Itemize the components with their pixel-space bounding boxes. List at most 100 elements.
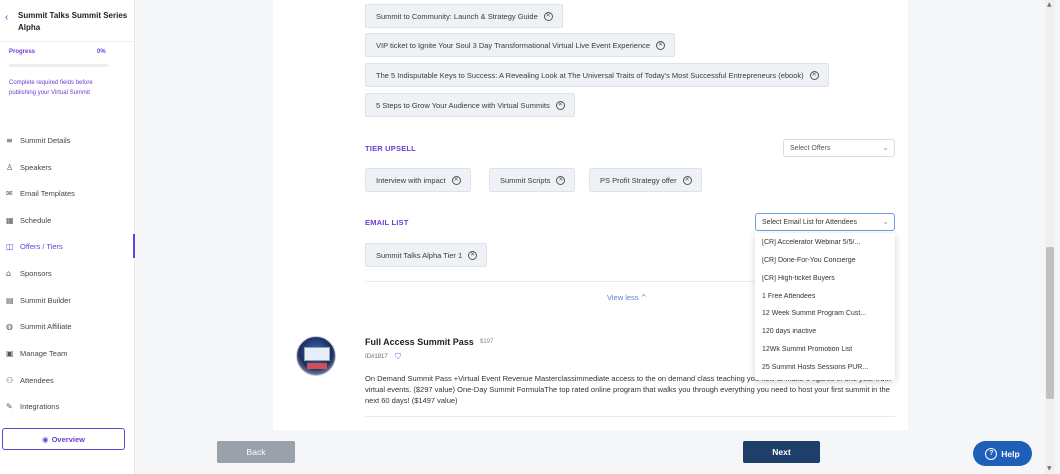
select-placeholder: Select Email List for Attendees (762, 218, 857, 226)
affiliate-icon: ◍ (6, 321, 13, 331)
dropdown-option[interactable]: 120 days inactive (762, 328, 890, 335)
chip-label: The 5 Indisputable Keys to Success: A Re… (376, 70, 804, 80)
chip-label: Summit to Community: Launch & Strategy G… (376, 11, 538, 21)
sidebar-item-label: Summit Builder (20, 295, 71, 305)
sidebar-item-label: Speakers (20, 162, 52, 172)
person-icon: ♙ (6, 162, 14, 172)
sidebar-item-schedule[interactable]: ▦ Schedule (0, 208, 135, 232)
chip-label: Summit Scripts (500, 175, 551, 185)
thumbnail-screen (304, 347, 330, 361)
overview-button[interactable]: ◉ Overview (2, 428, 125, 450)
offer-chip: VIP ticket to Ignite Your Soul 3 Day Tra… (365, 33, 676, 57)
email-list-select[interactable]: Select Email List for Attendees ⌄ (755, 213, 895, 231)
list-icon: ≡ (6, 135, 13, 145)
sidebar-item-manage-team[interactable]: ▣ Manage Team (0, 341, 135, 365)
chevron-down-icon: ⌄ (882, 143, 889, 152)
sidebar-item-label: Schedule (20, 215, 52, 225)
calendar-icon: ▦ (6, 215, 14, 225)
scroll-down-icon[interactable]: ▼ (1047, 465, 1052, 472)
select-placeholder: Select Offers (790, 144, 831, 152)
dropdown-option[interactable]: [CR] Done-For-You Concierge (762, 257, 890, 264)
next-button[interactable]: Next (743, 441, 820, 463)
pass-id: ID#1917 (365, 354, 388, 360)
dropdown-option[interactable]: 12Wk Summit Promotion List (762, 346, 890, 353)
progress-bar (9, 64, 108, 67)
sidebar-header: ‹ Summit Talks Summit Series Alpha (0, 0, 135, 42)
sidebar-item-summit-affiliate[interactable]: ◍ Summit Affiliate (0, 314, 135, 338)
dropdown-option[interactable]: [CR] High-ticket Buyers (762, 275, 890, 282)
sidebar-item-summit-builder[interactable]: ▤ Summit Builder (0, 288, 135, 312)
progress-percent: 0% (97, 49, 106, 55)
sidebar-item-label: Attendees (20, 375, 54, 385)
dropdown-option[interactable]: 1 Free Attendees (762, 293, 890, 300)
sidebar-item-label: Summit Details (20, 135, 71, 145)
offer-chip: Summit to Community: Launch & Strategy G… (365, 4, 563, 28)
dropdown-option[interactable]: [CR] Accelerator Webinar 5/5/... (762, 239, 890, 246)
close-icon[interactable]: ✕ (543, 11, 553, 21)
progress-label: Progress (9, 49, 36, 55)
email-list-label: EMAIL LIST (365, 218, 409, 227)
bank-icon: ⌂ (6, 268, 12, 278)
tier-upsell-label: TIER UPSELL (365, 144, 416, 153)
question-icon: ? (985, 447, 998, 460)
thumbnail-banner (307, 363, 327, 369)
close-icon[interactable]: ✕ (556, 175, 566, 185)
sidebar-item-label: Email Templates (20, 188, 75, 198)
sidebar-item-label: Integrations (20, 401, 60, 411)
chip-label: PS Profit Strategy offer (600, 175, 677, 185)
close-icon[interactable]: ✕ (555, 100, 565, 110)
builder-icon: ▤ (6, 295, 14, 305)
help-button[interactable]: ? Help (973, 441, 1032, 466)
scrollbar[interactable]: ▲ ▼ (1045, 0, 1055, 474)
sidebar-item-attendees[interactable]: ⚇ Attendees (0, 368, 135, 392)
attendees-icon: ⚇ (6, 375, 14, 385)
close-icon[interactable]: ✕ (656, 40, 666, 50)
sidebar-item-label: Offers / Tiers (20, 241, 63, 251)
email-list-chip: Summit Talks Alpha Tier 1 ✕ (365, 243, 488, 267)
sidebar: ‹ Summit Talks Summit Series Alpha Progr… (0, 0, 135, 474)
close-icon[interactable]: ✕ (451, 175, 461, 185)
tier-chip: PS Profit Strategy offer ✕ (589, 168, 702, 192)
dropdown-option[interactable]: 25 Summit Hosts Sessions PUR... (762, 364, 890, 371)
scroll-thumb[interactable] (1046, 247, 1054, 399)
integrations-icon: ✎ (6, 401, 13, 411)
view-less-link[interactable]: View less ^ (607, 293, 647, 302)
offer-chip: 5 Steps to Grow Your Audience with Virtu… (365, 93, 575, 117)
tier-upsell-select[interactable]: Select Offers ⌄ (783, 139, 895, 157)
sidebar-item-label: Sponsors (20, 268, 52, 278)
overview-label: Overview (51, 434, 85, 444)
eye-icon: ◉ (42, 434, 49, 444)
progress-note: Complete required fields before publishi… (9, 80, 93, 96)
scroll-up-icon[interactable]: ▲ (1047, 1, 1052, 8)
sidebar-item-email-templates[interactable]: ✉ Email Templates (0, 181, 135, 205)
pass-price: $197 (480, 339, 494, 345)
close-icon[interactable]: ✕ (468, 250, 478, 260)
sidebar-item-sponsors[interactable]: ⌂ Sponsors (0, 261, 135, 285)
chip-label: 5 Steps to Grow Your Audience with Virtu… (376, 100, 550, 110)
tier-chip: Interview with impact ✕ (365, 168, 471, 192)
chip-label: Interview with impact (376, 175, 446, 185)
mail-icon: ✉ (6, 188, 13, 198)
team-icon: ▣ (6, 348, 14, 358)
chevron-up-icon: ^ (640, 293, 647, 302)
divider (365, 416, 895, 417)
chevron-left-icon[interactable]: ‹ (5, 12, 8, 23)
back-button[interactable]: Back (217, 441, 295, 463)
offer-chip: The 5 Indisputable Keys to Success: A Re… (365, 63, 829, 87)
dropdown-option[interactable]: 12 Week Summit Program Cust... (762, 310, 890, 317)
chip-label: VIP ticket to Ignite Your Soul 3 Day Tra… (376, 40, 651, 50)
offers-icon: ◫ (6, 241, 14, 251)
chip-label: Summit Talks Alpha Tier 1 (376, 250, 463, 260)
sidebar-item-label: Manage Team (20, 348, 68, 358)
email-list-dropdown: [CR] Accelerator Webinar 5/5/... [CR] Do… (755, 233, 895, 380)
help-label: Help (1001, 448, 1020, 459)
close-icon[interactable]: ✕ (809, 70, 819, 80)
sidebar-item-offers-tiers[interactable]: ◫ Offers / Tiers (0, 234, 135, 258)
close-icon[interactable]: ✕ (682, 175, 692, 185)
pass-thumbnail (296, 336, 336, 376)
shield-icon[interactable]: ⛉ (395, 352, 401, 362)
view-less-label: View less (607, 293, 639, 302)
sidebar-item-speakers[interactable]: ♙ Speakers (0, 155, 135, 179)
sidebar-item-integrations[interactable]: ✎ Integrations (0, 394, 135, 418)
sidebar-item-summit-details[interactable]: ≡ Summit Details (0, 128, 135, 152)
